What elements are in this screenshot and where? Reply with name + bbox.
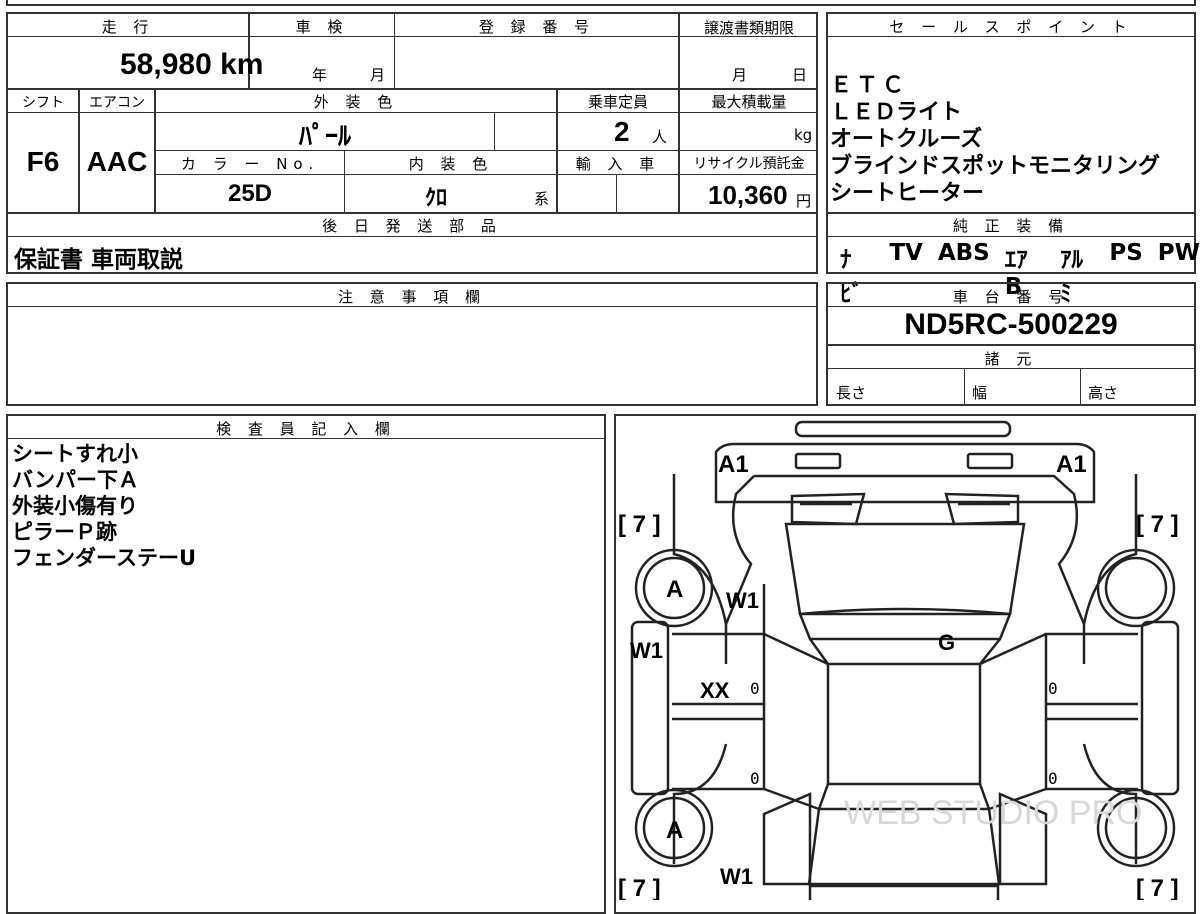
capacity-value: 2: [614, 116, 630, 147]
inspector-line: バンパー下Ａ: [12, 468, 140, 492]
later-parts-label: 後 日 発 送 部 品: [322, 217, 502, 235]
mileage-label: 走 行: [101, 18, 155, 36]
shaken-label: 車 検: [295, 18, 349, 36]
shift-label: シフト: [22, 95, 64, 111]
shift-value: F6: [26, 146, 60, 177]
car-diagram: A1 A1 [ 7 ] [ 7 ] [ 7 ] [ 7 ] A A W1 W1 …: [618, 420, 1180, 900]
exterior-label: 外 装 色: [313, 93, 399, 111]
interior-label: 内 装 色: [408, 155, 494, 173]
mark-seven-br: [ 7 ]: [1136, 875, 1179, 900]
color-no-value: 25D: [227, 180, 273, 207]
inspector-line: シートすれ小: [12, 442, 138, 466]
capacity-unit: 人: [652, 128, 668, 146]
spec-length: 長さ: [836, 384, 867, 402]
sales-point: オートクルーズ: [830, 127, 983, 152]
mark-zero: 0: [1048, 679, 1058, 698]
load-unit: kg: [794, 126, 813, 144]
chassis-label: 車 台 番 号: [952, 288, 1070, 306]
mark-a1-right: A1: [1056, 451, 1087, 478]
deadline-label: 譲渡書類期限: [703, 19, 794, 37]
interior-suffix: 系: [534, 190, 550, 208]
mark-w1-rear: W1: [720, 864, 753, 889]
color-no-label: カ ラ ー No.: [180, 155, 320, 173]
load-label: 最大積載量: [711, 93, 787, 111]
sales-points-list: ＥＴＣ ＬＥＤライト オートクルーズ ブラインドスポットモニタリング シートヒー…: [830, 72, 1160, 207]
capacity-label: 乗車定員: [587, 93, 648, 111]
spec-width: 幅: [972, 384, 988, 402]
watermark: WEB STUDIO PRO: [844, 794, 1142, 832]
deadline-day: 日: [792, 66, 808, 84]
aircon-value: AAC: [86, 146, 148, 177]
aircon-label: エアコン: [89, 95, 145, 111]
shaken-month: 月: [370, 66, 386, 84]
mark-a1-left: A1: [718, 451, 749, 478]
sales-point: ＥＴＣ: [830, 73, 909, 98]
spec-height: 高さ: [1088, 384, 1119, 402]
registration-label: 登 録 番 号: [478, 18, 596, 36]
mark-zero: 0: [750, 679, 760, 698]
mark-seven-bl: [ 7 ]: [618, 875, 661, 900]
inspector-label: 検 査 員 記 入 欄: [216, 420, 396, 438]
mark-zero: 0: [750, 769, 760, 788]
mark-w1-side: W1: [630, 638, 663, 663]
chassis-value: ND5RC-500229: [904, 308, 1118, 341]
import-label: 輸 入 車: [575, 155, 661, 173]
inspector-line: 外装小傷有り: [12, 494, 138, 518]
mark-seven-tr: [ 7 ]: [1136, 511, 1179, 538]
equipment-label: 純 正 装 備: [952, 217, 1070, 235]
top-strip: [6, 0, 1196, 6]
mileage-value: 58,980 km: [120, 48, 264, 81]
mark-g: G: [938, 630, 955, 655]
mark-xx: XX: [700, 678, 730, 703]
interior-value: ｸﾛ: [424, 185, 447, 210]
inspector-line: フェンダーステーU: [12, 546, 197, 570]
notes-label: 注 意 事 項 欄: [337, 288, 487, 306]
mark-zero: 0: [1048, 769, 1058, 788]
inspector-line: ピラーＰ跡: [12, 520, 117, 544]
exterior-color-value: ﾊﾟｰﾙ: [298, 121, 351, 151]
recycle-value: 10,360: [708, 180, 788, 210]
later-parts-value: 保証書 車両取説: [14, 247, 184, 273]
mark-w1-front: W1: [726, 588, 759, 613]
specs-label: 諸 元: [984, 350, 1038, 368]
shaken-year: 年: [312, 66, 328, 84]
sales-point: ブラインドスポットモニタリング: [830, 154, 1161, 179]
inspector-notes: シートすれ小 バンパー下Ａ 外装小傷有り ピラーＰ跡 フェンダーステーU: [12, 441, 196, 571]
sales-point: ＬＥＤライト: [830, 100, 963, 125]
sales-points-label: セ ー ル ス ポ イ ン ト: [889, 18, 1133, 36]
sales-point: シートヒーター: [830, 181, 985, 206]
recycle-label: リサイクル預託金: [693, 156, 805, 172]
recycle-unit: 円: [796, 192, 812, 210]
mark-seven-tl: [ 7 ]: [618, 511, 661, 538]
deadline-month: 月: [732, 66, 748, 84]
mark-a-top: A: [666, 576, 683, 603]
mark-a-bottom: A: [666, 817, 683, 844]
